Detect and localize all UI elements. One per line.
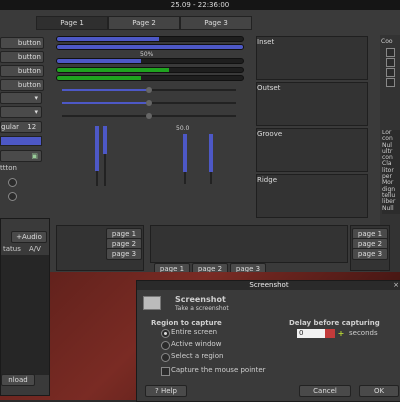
progress-fill	[57, 37, 160, 41]
progress-bar-4	[56, 67, 244, 73]
checkbox-3[interactable]	[386, 68, 395, 77]
slider-fill	[62, 102, 148, 104]
help-icon: ?	[155, 387, 159, 395]
progress-bar-5	[56, 75, 244, 81]
frame-label: Ridge	[257, 176, 278, 184]
progress-bar-3	[56, 58, 244, 64]
progress-bar-1	[56, 36, 244, 42]
close-icon[interactable]: ×	[393, 281, 399, 289]
hslider-1[interactable]	[62, 87, 236, 93]
download-button[interactable]: nload	[1, 374, 35, 386]
frame-label: Groove	[257, 130, 283, 138]
button-3[interactable]: button	[0, 65, 44, 77]
dialog-title: Screenshot	[137, 281, 400, 290]
frame-ridge: Ridge	[256, 174, 368, 218]
button-1[interactable]: button	[0, 37, 44, 49]
spin-label: gular	[1, 123, 19, 131]
slider-knob[interactable]	[146, 87, 152, 93]
progress-fill	[57, 68, 169, 72]
region-label: Region to capture	[151, 319, 222, 327]
frame-inset: Inset	[256, 36, 368, 80]
hslider-3[interactable]	[62, 113, 236, 119]
slider-fill	[62, 89, 148, 91]
delay-label: Delay before capturing	[289, 319, 380, 327]
combo-box-2[interactable]: ▾	[0, 106, 42, 118]
progress-bar-2	[56, 44, 244, 50]
clock[interactable]: 25.09 - 22:36:00	[171, 1, 229, 9]
folder-icon: ▣	[31, 152, 38, 160]
delay-input[interactable]: 0	[297, 329, 325, 338]
vscale-fill	[183, 134, 187, 172]
button-2[interactable]: button	[0, 51, 44, 63]
checkbox-label: Capture the mouse pointer	[171, 366, 266, 374]
tab-page-3[interactable]: page 3	[352, 248, 388, 260]
tab-page-3[interactable]: Page 3	[180, 16, 252, 30]
radio-label: Active window	[171, 340, 222, 348]
media-window: +Audio tatus A/V nload	[0, 218, 50, 396]
dialog-heading: Screenshot	[175, 295, 226, 304]
help-button[interactable]: ? Help	[145, 385, 187, 397]
tab-bar: Page 1 Page 2 Page 3	[36, 16, 252, 30]
chevron-down-icon: ▾	[34, 108, 38, 116]
button-4[interactable]: button	[0, 79, 44, 91]
text-view[interactable]: Lor con Nul ultr con Cla litor per Mor dign tellu l…	[382, 130, 400, 214]
minus-icon[interactable]	[325, 329, 335, 338]
radio-1[interactable]	[8, 178, 17, 187]
help-label: Help	[160, 387, 177, 395]
dialog-subheading: Take a screenshot	[175, 305, 229, 312]
vscale-fill	[95, 126, 99, 171]
text-line: Null	[382, 204, 394, 212]
slider-knob[interactable]	[146, 100, 152, 106]
delay-unit: seconds	[349, 329, 378, 337]
status-column: tatus	[3, 245, 21, 253]
spin-button[interactable]: gular 12	[0, 121, 42, 133]
radio-label: Select a region	[171, 352, 224, 360]
radio-2[interactable]	[8, 192, 17, 201]
checkbox-2[interactable]	[386, 58, 395, 67]
toggle-button-label[interactable]: ttton	[0, 164, 17, 172]
checkbox-4[interactable]	[386, 78, 395, 87]
radio-active-window[interactable]	[161, 341, 170, 350]
capture-pointer-checkbox[interactable]	[161, 367, 170, 376]
notebook-bottom-content	[150, 225, 348, 263]
file-chooser-button[interactable]: ▣	[0, 150, 42, 162]
list-view[interactable]	[1, 255, 49, 375]
frame-groove: Groove	[256, 128, 368, 172]
cancel-button[interactable]: Cancel	[299, 385, 351, 397]
ok-button[interactable]: OK	[359, 385, 399, 397]
radio-entire-screen[interactable]	[161, 329, 170, 338]
frame-label: Inset	[257, 38, 275, 46]
radio-select-region[interactable]	[161, 353, 170, 362]
chevron-down-icon: ▾	[34, 94, 38, 102]
plus-icon[interactable]: +	[336, 329, 346, 338]
frame-label: Outset	[257, 84, 281, 92]
screenshot-dialog: Screenshot × Screenshot Take a screensho…	[136, 280, 400, 402]
right-column-label: Coo	[381, 38, 393, 45]
progress-fill	[57, 45, 243, 49]
tab-page-3[interactable]: page 3	[106, 248, 142, 260]
scale-value: 50.0	[176, 125, 190, 132]
tab-page-1[interactable]: Page 1	[36, 16, 108, 30]
top-panel: 25.09 - 22:36:00	[0, 0, 400, 10]
vscale-fill	[209, 134, 213, 172]
tab-page-2[interactable]: Page 2	[108, 16, 180, 30]
audio-button[interactable]: +Audio	[11, 231, 47, 243]
checkbox-1[interactable]	[386, 48, 395, 57]
av-column: A/V	[29, 245, 41, 253]
combo-box-1[interactable]: ▾	[0, 92, 42, 104]
selected-entry[interactable]	[0, 136, 42, 146]
progress-fill	[57, 59, 141, 63]
radio-label: Entire screen	[171, 328, 218, 336]
frame-outset: Outset	[256, 82, 368, 126]
slider-knob[interactable]	[146, 113, 152, 119]
progress-fill	[57, 76, 141, 80]
spin-value: 12	[27, 123, 37, 131]
progress-label: 50%	[140, 51, 154, 58]
hslider-2[interactable]	[62, 100, 236, 106]
vscale-fill	[103, 126, 107, 154]
camera-icon	[143, 296, 161, 310]
